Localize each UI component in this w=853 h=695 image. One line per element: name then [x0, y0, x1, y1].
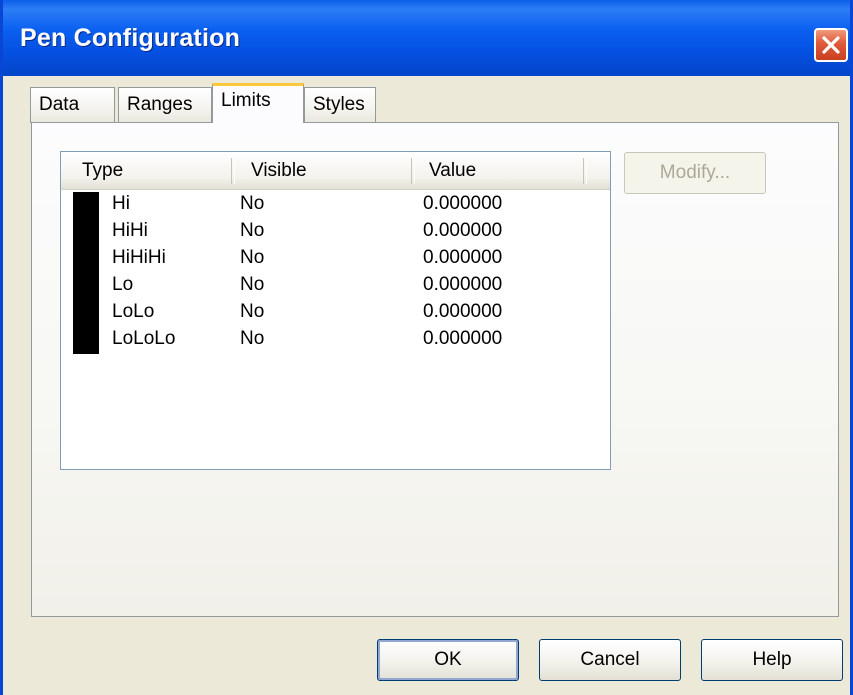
tab-data[interactable]: Data [30, 87, 115, 123]
row-value: 0.000000 [423, 247, 503, 268]
row-visible: No [240, 301, 265, 322]
list-item[interactable]: HiHi No 0.000000 [61, 219, 610, 246]
tab-ranges[interactable]: Ranges [118, 87, 212, 123]
row-type: HiHiHi [112, 247, 166, 268]
row-visible: No [240, 274, 265, 295]
row-type: Hi [112, 193, 130, 214]
tab-ranges-label: Ranges [127, 94, 193, 115]
row-type: Lo [112, 274, 134, 295]
tab-limits[interactable]: Limits [212, 83, 304, 123]
color-swatch [73, 300, 99, 327]
list-item[interactable]: Hi No 0.000000 [61, 192, 610, 219]
title-bar[interactable]: Pen Configuration [3, 0, 850, 76]
list-item[interactable]: LoLo No 0.000000 [61, 300, 610, 327]
color-swatch [73, 219, 99, 246]
row-value: 0.000000 [423, 301, 503, 322]
row-value: 0.000000 [423, 193, 503, 214]
column-divider[interactable] [411, 158, 415, 184]
color-swatch [73, 246, 99, 273]
row-visible: No [240, 247, 265, 268]
limits-list[interactable]: Type Visible Value Hi No 0.000000 HiHi N… [60, 151, 611, 470]
limits-tab-panel: Type Visible Value Hi No 0.000000 HiHi N… [31, 122, 839, 617]
row-type: HiHi [112, 220, 148, 241]
column-header-visible[interactable]: Visible [251, 152, 307, 189]
row-type: LoLoLo [112, 328, 176, 349]
row-visible: No [240, 193, 265, 214]
tab-styles[interactable]: Styles [304, 87, 376, 123]
window-title: Pen Configuration [20, 24, 241, 52]
column-header-value[interactable]: Value [429, 152, 476, 189]
color-swatch [73, 273, 99, 300]
tab-limits-label: Limits [221, 90, 271, 111]
column-divider[interactable] [583, 158, 587, 184]
color-swatch [73, 327, 99, 354]
list-header: Type Visible Value [61, 152, 610, 190]
tab-data-label: Data [39, 94, 80, 115]
modify-button[interactable]: Modify... [624, 152, 766, 194]
column-header-type[interactable]: Type [82, 152, 123, 189]
list-item[interactable]: LoLoLo No 0.000000 [61, 327, 610, 354]
pen-configuration-dialog: Pen Configuration Data Ranges Limits Sty… [0, 0, 853, 695]
row-value: 0.000000 [423, 274, 503, 295]
tab-styles-label: Styles [313, 94, 365, 115]
row-visible: No [240, 328, 265, 349]
color-swatch [73, 192, 99, 219]
row-value: 0.000000 [423, 220, 503, 241]
row-visible: No [240, 220, 265, 241]
list-item[interactable]: Lo No 0.000000 [61, 273, 610, 300]
list-item[interactable]: HiHiHi No 0.000000 [61, 246, 610, 273]
help-button[interactable]: Help [701, 639, 843, 681]
close-button[interactable] [814, 28, 848, 62]
row-value: 0.000000 [423, 328, 503, 349]
close-icon [822, 36, 840, 54]
cancel-button[interactable]: Cancel [539, 639, 681, 681]
column-divider[interactable] [231, 158, 235, 184]
ok-button[interactable]: OK [377, 639, 519, 681]
row-type: LoLo [112, 301, 155, 322]
